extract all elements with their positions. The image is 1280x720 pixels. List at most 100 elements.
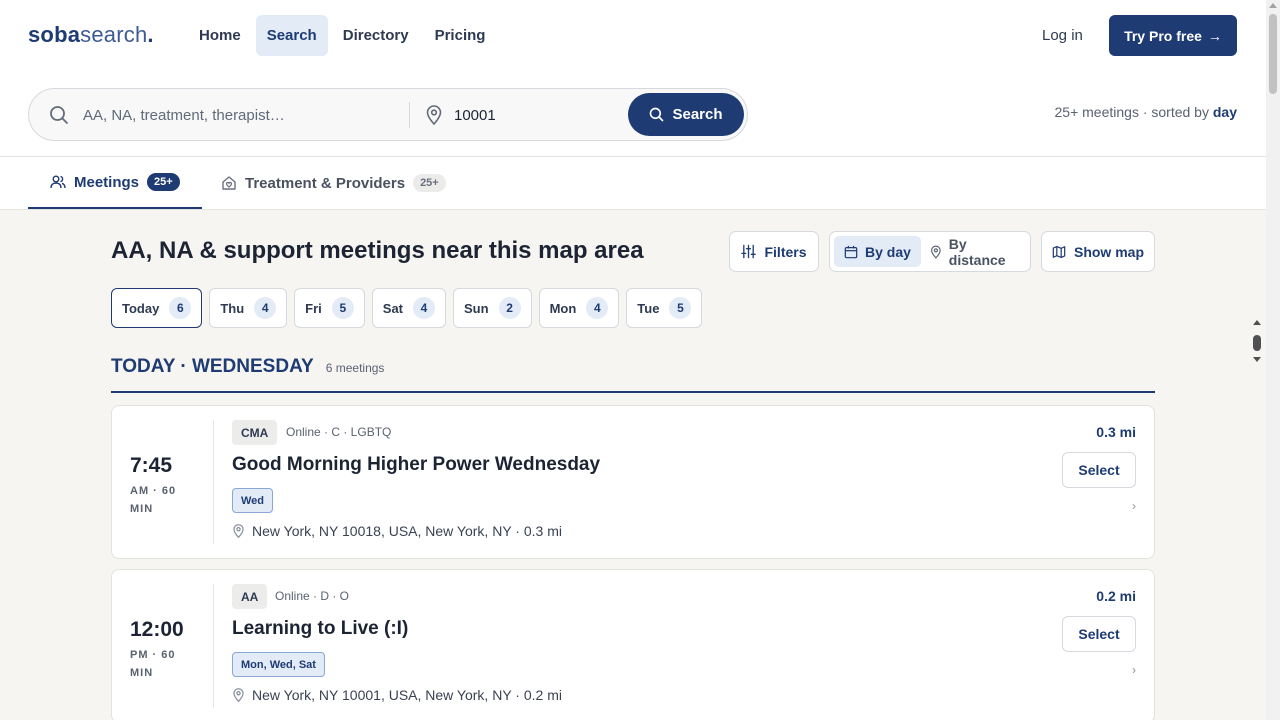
logo-bold: soba	[28, 22, 81, 47]
meeting-time: 7:45	[130, 454, 173, 477]
day-chip-today[interactable]: Today 6	[111, 288, 203, 328]
day-chip-sun[interactable]: Sun 2	[453, 288, 532, 328]
tab-scrollbar[interactable]	[1250, 317, 1264, 365]
search-icon	[650, 107, 664, 122]
chevron-right-icon[interactable]: ›	[1132, 499, 1136, 513]
meeting-address-text: New York, NY 10018, USA, New York, NY · …	[252, 523, 562, 539]
filters-button[interactable]: Filters	[729, 231, 819, 272]
result-count: 25+ meetings · sorted by	[1054, 104, 1209, 120]
meeting-title[interactable]: Good Morning Higher Power Wednesday	[232, 454, 600, 476]
sort-by-day-label: By day	[865, 243, 911, 260]
meeting-tags: Online · D · O	[275, 589, 350, 603]
meeting-type-badge: AA	[232, 584, 268, 609]
results-tabs: Meetings 25+ Treatment & Providers 25+	[0, 157, 1266, 362]
login-link[interactable]: Log in	[1030, 15, 1095, 56]
day-chip-fri[interactable]: Fri 5	[294, 288, 365, 328]
map-pin-icon	[931, 245, 941, 259]
day-chip-mon[interactable]: Mon 4	[538, 288, 620, 328]
sort-by-distance[interactable]: By distance	[920, 235, 1030, 268]
meeting-title[interactable]: Learning to Live (:I)	[232, 618, 408, 640]
sort-by-day[interactable]: By day	[834, 236, 921, 267]
meeting-duration: PM · 60 MIN	[130, 649, 176, 679]
tab-meetings-badge: 25+	[147, 173, 180, 191]
sliders-icon	[741, 244, 757, 259]
search-input[interactable]	[83, 103, 393, 127]
day-chip-label: Thu	[220, 300, 245, 316]
nav-links: Home Search Directory Pricing	[188, 15, 496, 56]
scroll-up-arrow[interactable]	[1269, 3, 1277, 8]
sort-indicator: day	[1212, 104, 1237, 120]
meeting-address: New York, NY 10018, USA, New York, NY · …	[232, 523, 562, 539]
arrow-right-icon: →	[1207, 27, 1222, 44]
day-section-count: 6 meetings	[325, 361, 385, 375]
tab-meetings-label: Meetings	[74, 173, 140, 191]
logo-dot: .	[147, 22, 154, 47]
page-scrollbar[interactable]	[1266, 0, 1280, 720]
logo[interactable]: sobasearch.	[28, 22, 154, 48]
tab-treatment-badge: 25+	[413, 174, 446, 192]
meeting-time: 12:00	[130, 618, 184, 641]
meeting-time-column: 7:45 AM · 60 MIN	[112, 420, 214, 544]
select-button[interactable]: Select	[1062, 616, 1136, 652]
meeting-days-tag: Wed	[232, 488, 274, 513]
day-chip-tue[interactable]: Tue 5	[626, 288, 703, 328]
search-button[interactable]: Search	[628, 93, 744, 136]
search-button-label: Search	[672, 106, 723, 123]
meeting-distance: 0.3 mi	[1096, 424, 1136, 440]
try-pro-button[interactable]: Try Pro free →	[1109, 15, 1237, 56]
try-pro-label: Try Pro free	[1124, 27, 1202, 44]
search-band: Search 25+ meetings · sorted by day	[0, 70, 1266, 157]
meeting-tags: Online · C · LGBTQ	[286, 425, 392, 439]
scrollbar-thumb[interactable]	[1269, 14, 1277, 94]
map-pin-icon	[233, 688, 244, 702]
meeting-days-tag: Mon, Wed, Sat	[232, 652, 325, 677]
sort-by-distance-label: By distance	[948, 235, 1006, 268]
chevron-right-icon[interactable]: ›	[1132, 663, 1136, 677]
map-pin-icon	[426, 105, 442, 125]
day-chip-count: 6	[169, 297, 192, 319]
show-map-button[interactable]: Show map	[1041, 231, 1155, 272]
search-divider	[409, 102, 410, 128]
nav-home[interactable]: Home	[188, 15, 252, 56]
meeting-card[interactable]: 12:00 PM · 60 MIN AA Online · D · O Lear…	[111, 569, 1155, 720]
show-map-label: Show map	[1073, 243, 1144, 260]
nav-search[interactable]: Search	[255, 15, 328, 56]
day-chip-label: Sat	[382, 300, 404, 316]
location-input[interactable]	[454, 103, 624, 127]
select-button[interactable]: Select	[1062, 452, 1136, 488]
calendar-icon	[844, 245, 858, 258]
day-section-header: TODAY · WEDNESDAY 6 meetings	[111, 356, 1155, 393]
map-pin-icon	[233, 524, 244, 538]
logo-light: search	[80, 22, 148, 47]
result-summary: 25+ meetings · sorted by day	[1055, 104, 1238, 120]
day-chip-label: Tue	[637, 300, 660, 316]
meeting-duration: AM · 60 MIN	[130, 485, 177, 515]
meeting-type-badge: CMA	[232, 420, 278, 445]
meeting-address: New York, NY 10001, USA, New York, NY · …	[232, 687, 562, 703]
day-chip-thu[interactable]: Thu 4	[209, 288, 288, 328]
page-title: AA, NA & support meetings near this map …	[111, 237, 644, 264]
day-chip-label: Fri	[305, 300, 322, 316]
top-nav: sobasearch. Home Search Directory Pricin…	[0, 0, 1266, 70]
day-chip-count: 4	[413, 297, 436, 319]
day-filter-chips: Today 6 Thu 4 Fri 5 Sat 4 Sun 2 Mon 4 Tue 5	[111, 288, 703, 328]
nav-directory[interactable]: Directory	[332, 15, 420, 56]
map-icon	[1052, 245, 1066, 258]
day-chip-count: 4	[254, 297, 277, 319]
home-heart-icon	[222, 176, 236, 190]
meeting-card[interactable]: 7:45 AM · 60 MIN CMA Online · C · LGBTQ …	[111, 405, 1155, 559]
day-chip-count: 2	[498, 297, 521, 319]
day-chip-count: 5	[669, 297, 692, 319]
day-chip-label: Mon	[549, 300, 577, 316]
day-chip-sat[interactable]: Sat 4	[371, 288, 447, 328]
day-chip-label: Today	[122, 300, 160, 316]
tab-meetings[interactable]: Meetings 25+	[28, 157, 202, 209]
nav-pricing[interactable]: Pricing	[424, 15, 497, 56]
sort-toggle: By day By distance	[829, 231, 1031, 272]
tab-treatment-providers[interactable]: Treatment & Providers 25+	[199, 157, 468, 209]
meeting-distance: 0.2 mi	[1096, 588, 1136, 604]
meeting-address-text: New York, NY 10001, USA, New York, NY · …	[252, 687, 562, 703]
day-chip-count: 5	[331, 297, 354, 319]
tab-treatment-label: Treatment & Providers	[245, 174, 406, 192]
day-section-title: TODAY · WEDNESDAY	[111, 356, 314, 377]
